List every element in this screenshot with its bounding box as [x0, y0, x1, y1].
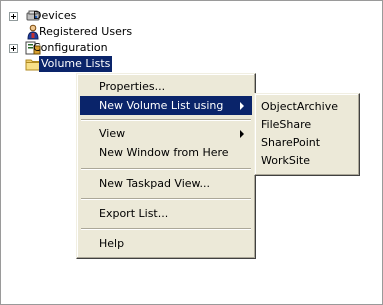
submenu-item-label: WorkSite: [261, 154, 310, 167]
submenu-arrow-icon: [240, 130, 244, 138]
menu-item-new-volume-list-using[interactable]: New Volume List using: [80, 96, 252, 115]
menu-item-label: Help: [99, 237, 125, 250]
tree-item-label: Registered Users: [39, 25, 133, 38]
menu-item-help[interactable]: Help: [80, 234, 252, 253]
tree-item-volume-lists[interactable]: Volume Lists: [25, 56, 135, 72]
menu-item-label: Properties...: [99, 80, 166, 93]
menu-separator: [81, 228, 251, 230]
expand-devices-icon[interactable]: [9, 12, 18, 21]
tree-item-label: Volume Lists: [39, 56, 113, 72]
submenu-item-label: SharePoint: [261, 136, 321, 149]
submenu-item-fileshare[interactable]: FileShare: [258, 115, 356, 134]
submenu-item-label: ObjectArchive: [261, 100, 338, 113]
menu-item-label: New Taskpad View...: [99, 177, 211, 190]
menu-item-new-window-from-here[interactable]: New Window from Here: [80, 143, 252, 162]
menu-separator: [81, 119, 251, 121]
tree-item-registered-users[interactable]: Registered Users: [25, 24, 145, 40]
submenu-item-objectarchive[interactable]: ObjectArchive: [258, 97, 356, 116]
menu-item-properties[interactable]: Properties...: [80, 77, 252, 96]
expand-configuration-icon[interactable]: [9, 44, 18, 53]
tree-item-configuration[interactable]: Configuration: [9, 40, 129, 56]
tree-item-devices[interactable]: Devices: [9, 8, 129, 24]
menu-separator: [81, 168, 251, 170]
submenu: ObjectArchive FileShare SharePoint WorkS…: [254, 93, 360, 176]
menu-item-label: New Window from Here: [99, 146, 229, 159]
submenu-item-worksite[interactable]: WorkSite: [258, 151, 356, 170]
menu-item-export-list[interactable]: Export List...: [80, 204, 252, 223]
menu-item-label: New Volume List using: [99, 99, 224, 112]
submenu-arrow-icon: [240, 102, 244, 110]
tree-item-label: Devices: [33, 9, 77, 22]
menu-item-label: Export List...: [99, 207, 169, 220]
menu-item-view[interactable]: View: [80, 124, 252, 143]
submenu-item-sharepoint[interactable]: SharePoint: [258, 133, 356, 152]
menu-item-label: View: [99, 127, 126, 140]
submenu-item-label: FileShare: [261, 118, 312, 131]
menu-separator: [81, 198, 251, 200]
menu-item-new-taskpad-view[interactable]: New Taskpad View...: [80, 174, 252, 193]
context-menu: Properties... New Volume List using View…: [76, 73, 256, 259]
tree-item-label: Configuration: [33, 41, 108, 54]
